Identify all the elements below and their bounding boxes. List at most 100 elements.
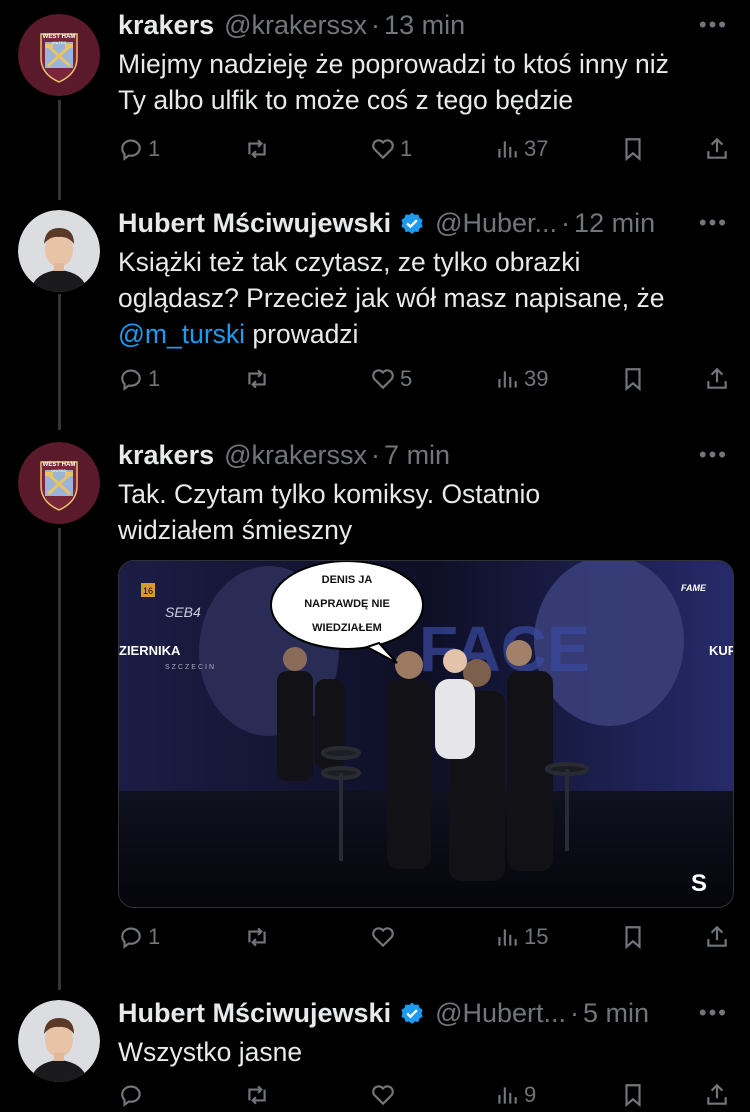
left-label: SEB4 [165, 604, 201, 620]
author-name[interactable]: krakers [118, 10, 214, 41]
author-name[interactable]: Hubert Mściwujewski [118, 208, 391, 239]
author-name[interactable]: krakers [118, 440, 214, 471]
avatar-hubert[interactable] [18, 1000, 100, 1082]
svg-text:UNITED: UNITED [52, 468, 67, 473]
author-name[interactable]: Hubert Mściwujewski [118, 998, 391, 1029]
user-photo-icon [18, 1000, 100, 1082]
separator-dot: · [371, 10, 381, 40]
views-button[interactable]: 39 [494, 366, 548, 392]
west-ham-crest-icon: WEST HAM UNITED [18, 14, 100, 96]
share-icon [707, 137, 727, 159]
views-count: 39 [524, 366, 549, 391]
separator-dot: · [371, 440, 381, 470]
like-button[interactable]: 5 [370, 366, 412, 392]
more-icon[interactable]: ••• [699, 210, 728, 236]
tweet-media-image[interactable]: FACE 16 SEB4 ZIERNIKA SZCZECIN FAME KUP [118, 560, 734, 908]
views-button[interactable]: 15 [494, 924, 548, 950]
retweet-icon [248, 369, 266, 389]
timestamp[interactable]: 13 min [384, 10, 465, 41]
more-icon[interactable]: ••• [699, 12, 728, 38]
tweet-text: Tak. Czytam tylko komiksy. Ostatnio widz… [118, 476, 728, 548]
tweet-text-fragment: prowadzi [245, 319, 359, 349]
avatar-hubert[interactable] [18, 210, 100, 292]
like-count: 5 [400, 366, 413, 391]
views-count: 37 [524, 136, 549, 161]
views-icon [498, 929, 517, 946]
views-icon [498, 1087, 517, 1104]
reply-count: 1 [148, 366, 161, 391]
tweet-text: Książki też tak czytasz, ze tylko obrazk… [118, 244, 728, 352]
views-icon [498, 371, 517, 388]
author-handle[interactable]: @krakerssx [224, 440, 367, 471]
separator-dot: · [570, 998, 580, 1028]
speech-bubble-line: DENIS JA [322, 574, 373, 586]
author-handle[interactable]: @Hubert... [435, 998, 566, 1029]
retweet-button[interactable] [244, 366, 274, 392]
tweet-text: Wszystko jasne [118, 1034, 728, 1070]
like-icon [372, 369, 394, 390]
right-fighter-name: KUP [709, 643, 733, 658]
reply-button[interactable] [118, 1082, 148, 1108]
reply-count: 1 [148, 136, 161, 161]
tweet[interactable]: Hubert Mściwujewski @Hubert... · 5 min •… [0, 988, 750, 1108]
separator-dot: · [561, 208, 571, 238]
west-ham-crest-icon: WEST HAM UNITED [18, 442, 100, 524]
tweet-actions: 1 5 39 [118, 366, 730, 396]
share-icon [707, 367, 727, 389]
watermark: S [691, 870, 707, 897]
more-icon[interactable]: ••• [699, 1000, 728, 1026]
views-button[interactable]: 9 [494, 1082, 536, 1108]
mention-link[interactable]: @m_turski [118, 319, 245, 349]
tweet-actions: 9 [118, 1082, 730, 1112]
share-button[interactable] [704, 924, 730, 950]
tweet[interactable]: Hubert Mściwujewski @Huber... · 12 min •… [0, 198, 750, 432]
reply-button[interactable]: 1 [118, 366, 160, 392]
like-icon [372, 1085, 394, 1106]
views-button[interactable]: 37 [494, 136, 548, 162]
verified-badge-icon [401, 212, 423, 234]
tweet-text-line: @m_turski prowadzi [118, 316, 728, 352]
like-button[interactable] [370, 1082, 400, 1108]
bookmark-button[interactable] [620, 1082, 646, 1108]
share-icon [707, 925, 727, 947]
author-handle[interactable]: @krakerssx [224, 10, 367, 41]
bookmark-button[interactable] [620, 924, 646, 950]
reply-button[interactable]: 1 [118, 136, 160, 162]
bookmark-button[interactable] [620, 136, 646, 162]
reply-icon [121, 139, 141, 161]
bookmark-icon [625, 138, 641, 162]
share-button[interactable] [704, 366, 730, 392]
retweet-icon [248, 139, 266, 159]
share-button[interactable] [704, 136, 730, 162]
verified-badge-icon [401, 1002, 423, 1024]
bookmark-button[interactable] [620, 366, 646, 392]
tweet[interactable]: WEST HAM UNITED krakers @krakerssx · 13 … [0, 0, 750, 200]
reply-icon [121, 369, 141, 391]
retweet-icon [248, 927, 266, 947]
like-icon [372, 927, 394, 948]
retweet-button[interactable] [244, 924, 274, 950]
bookmark-icon [625, 926, 641, 950]
reply-icon [121, 927, 141, 949]
timestamp[interactable]: 7 min [384, 440, 450, 471]
avatar-west-ham[interactable]: WEST HAM UNITED [18, 14, 100, 96]
left-fighter-name: ZIERNIKA [119, 643, 181, 658]
retweet-button[interactable] [244, 136, 274, 162]
left-badge: 16 [143, 586, 153, 596]
timestamp[interactable]: 5 min [583, 998, 649, 1029]
tweet-text-line: Ty albo ulfik to może coś z tego będzie [118, 85, 574, 115]
user-photo-icon [18, 210, 100, 292]
avatar-west-ham[interactable]: WEST HAM UNITED [18, 442, 100, 524]
more-icon[interactable]: ••• [699, 442, 728, 468]
like-button[interactable] [370, 924, 400, 950]
tweet-text-line: Wszystko jasne [118, 1037, 303, 1067]
reply-button[interactable]: 1 [118, 924, 160, 950]
face-off-photo: FACE 16 SEB4 ZIERNIKA SZCZECIN FAME KUP [119, 561, 733, 907]
retweet-button[interactable] [244, 1082, 274, 1108]
speech-bubble-line: WIEDZIAŁEM [312, 622, 382, 634]
views-count: 15 [524, 924, 549, 949]
like-button[interactable]: 1 [370, 136, 412, 162]
timestamp[interactable]: 12 min [574, 208, 655, 239]
share-button[interactable] [704, 1082, 730, 1108]
author-handle[interactable]: @Huber... [435, 208, 557, 239]
